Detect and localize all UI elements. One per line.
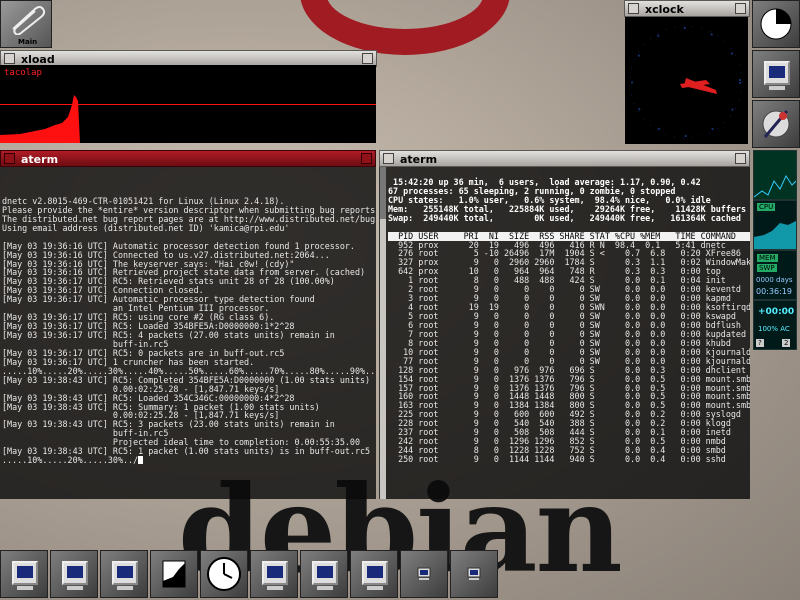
close-button[interactable]	[361, 153, 372, 164]
close-button[interactable]	[735, 153, 746, 164]
top-summary-line: Swap: 249440K total, 0K used, 249440K fr…	[388, 212, 741, 223]
minimize-button[interactable]	[628, 3, 639, 14]
battery-time: +00:00	[758, 307, 795, 317]
system-monitor-dockapp	[753, 150, 797, 200]
window-title: xclock	[645, 3, 684, 16]
aterm-right-terminal[interactable]: 15:42:20 up 36 min, 6 users, load averag…	[386, 167, 750, 499]
analog-clock-icon	[629, 25, 743, 139]
terminal-line: Using email address (distributed.net ID)…	[2, 222, 290, 233]
minimize-button[interactable]	[4, 153, 15, 164]
monitor-icon	[112, 561, 138, 585]
close-button[interactable]	[735, 3, 746, 14]
appicon-aterm-1[interactable]	[0, 550, 48, 598]
aterm-right-titlebar[interactable]: aterm	[379, 150, 750, 167]
minimize-button[interactable]	[383, 153, 394, 164]
help-button[interactable]: ?	[756, 339, 764, 347]
paperclip-icon	[12, 6, 46, 35]
monitor-icon	[312, 561, 338, 585]
appicon-small-1[interactable]	[400, 550, 448, 598]
battery-clock-dockapp: +00:00 100% AC ? 2	[753, 300, 797, 350]
cpu-load-graph	[754, 221, 796, 249]
terminal-line: .....10%.....20%.....30%../	[2, 456, 376, 465]
clip-label: Main	[18, 38, 38, 46]
monitor-icon	[764, 61, 790, 85]
monitor-icon	[362, 561, 388, 585]
windowmaker-logo-icon	[760, 8, 792, 40]
xload-load-plot	[0, 95, 80, 143]
xclock-face	[625, 17, 748, 144]
appicon-xload[interactable]	[150, 550, 198, 598]
mem-label: MEM	[757, 254, 778, 262]
xload-graph: tacolap	[0, 65, 376, 143]
desktop-number-button[interactable]: 2	[782, 339, 791, 347]
xclock-titlebar[interactable]: xclock	[624, 0, 750, 17]
clock-icon	[207, 557, 241, 591]
debian-swirl	[300, 0, 510, 55]
monitor-icon	[62, 561, 88, 585]
dock-tile-terminal[interactable]	[752, 50, 800, 98]
clip-tile[interactable]: Main	[0, 0, 52, 48]
swp-label: SWP	[757, 264, 777, 272]
appicon-aterm-2[interactable]	[50, 550, 98, 598]
aterm-left-terminal[interactable]: dnetc v2.8015-469-CTR-01051421 for Linux…	[0, 167, 376, 499]
uptime-label: 0000 days	[756, 276, 793, 284]
load-graph-icon	[162, 560, 186, 588]
appicon-small-2[interactable]	[450, 550, 498, 598]
window-title: aterm	[400, 153, 438, 166]
computer-icon	[467, 567, 481, 580]
dock-tile-windowmaker[interactable]	[752, 0, 800, 48]
uptime-value: 00:36:19	[756, 287, 792, 296]
battery-status: 100% AC	[758, 325, 790, 333]
close-button[interactable]	[362, 53, 373, 64]
window-title: aterm	[21, 153, 59, 166]
appicon-aterm-5[interactable]	[300, 550, 348, 598]
aterm-right-scrollbar[interactable]	[379, 167, 386, 499]
appicon-aterm-4[interactable]	[250, 550, 298, 598]
monitor-icon	[12, 561, 38, 585]
text-cursor	[138, 456, 144, 465]
appicon-xclock[interactable]	[200, 550, 248, 598]
appicon-aterm-6[interactable]	[350, 550, 398, 598]
aterm-left-titlebar[interactable]: aterm	[0, 150, 376, 167]
computer-icon	[417, 567, 431, 580]
cpu-meter-dockapp: CPU	[753, 200, 797, 250]
dock-tile-gimp[interactable]	[752, 100, 800, 148]
minimize-button[interactable]	[4, 53, 15, 64]
monitor-icon	[262, 561, 288, 585]
gimp-icon	[762, 110, 790, 138]
cpu-history-graph	[753, 151, 797, 199]
mem-meter-dockapp: MEM SWP 0000 days 00:36:19	[753, 250, 797, 300]
appicon-aterm-3[interactable]	[100, 550, 148, 598]
process-row: 250 root 9 0 1144 1144 940 S 0.0 0.4 0:0…	[388, 454, 726, 465]
